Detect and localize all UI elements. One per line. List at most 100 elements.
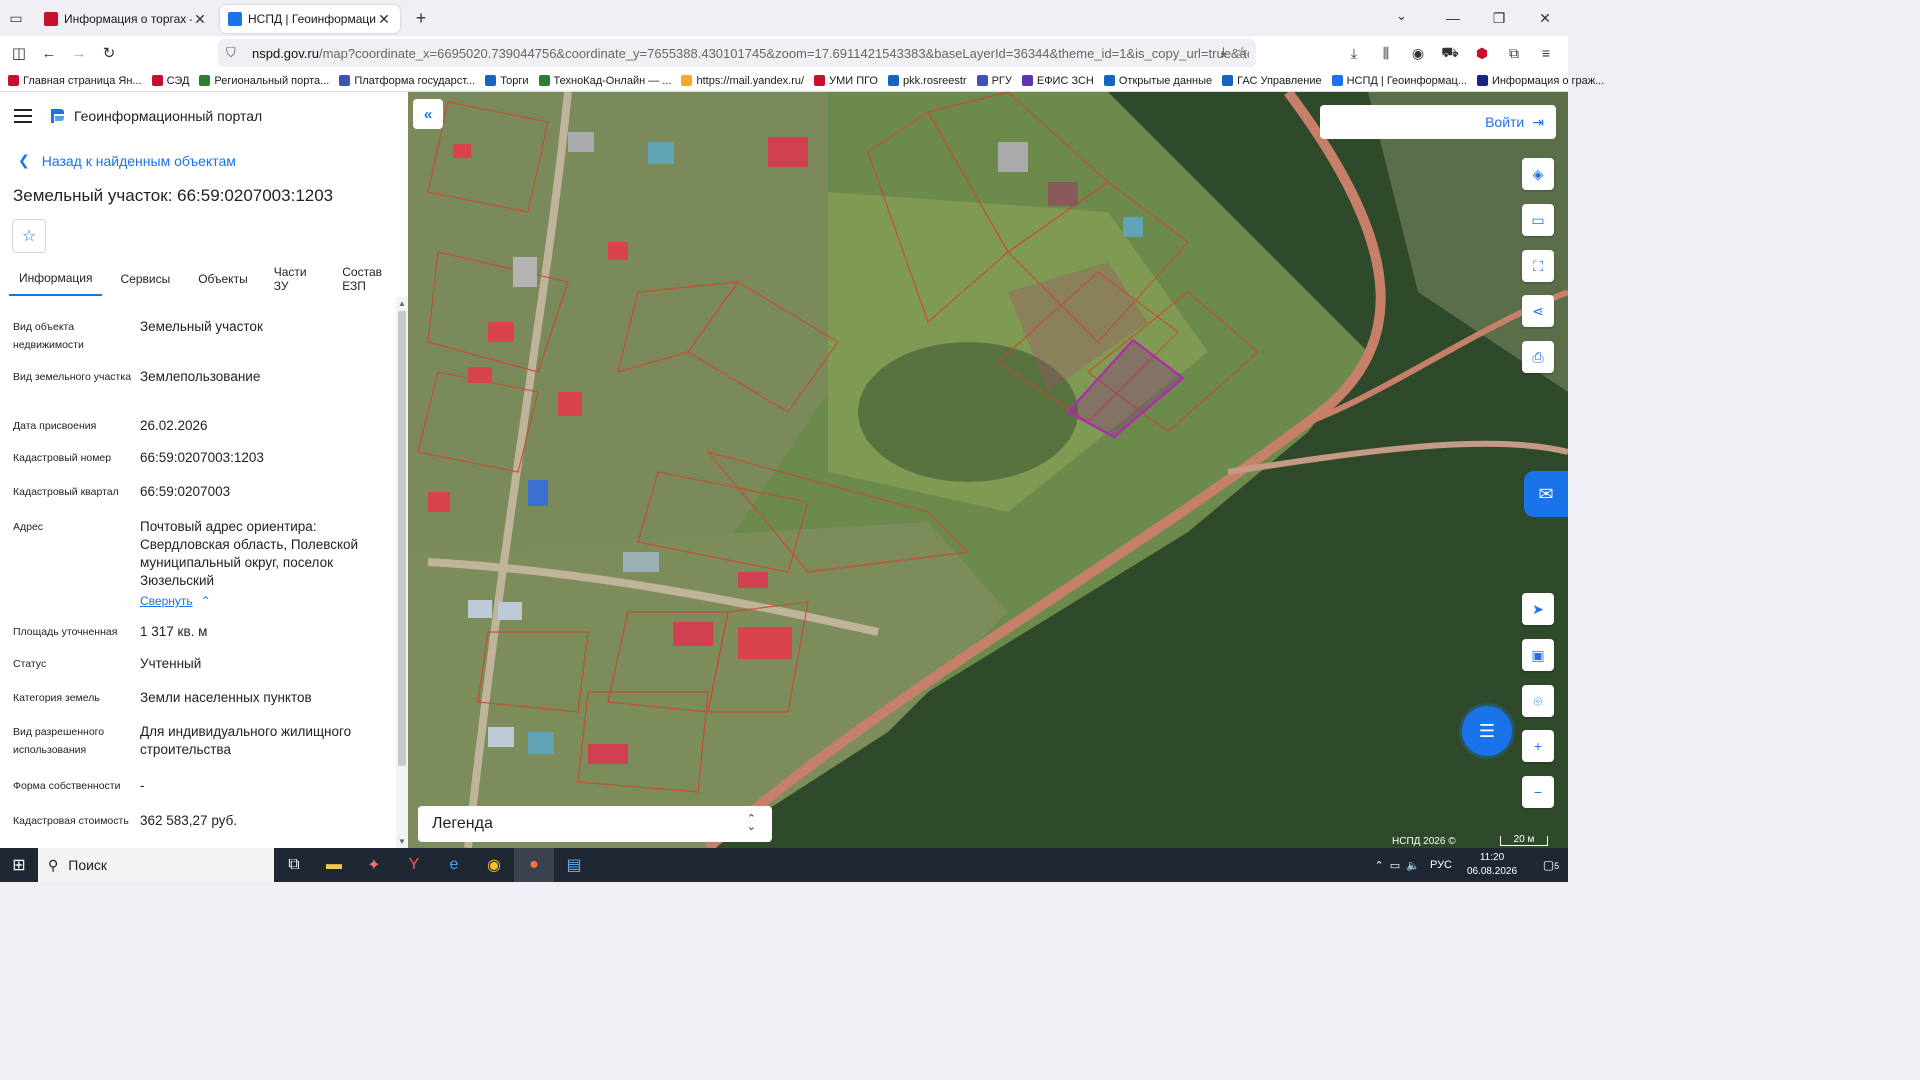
chevron-up-icon: ⌃ [200,594,211,608]
taskbar-search[interactable]: ⚲ Поиск [38,848,274,882]
ruler-icon: ▭ [1531,211,1545,228]
scroll-down-icon[interactable]: ▼ [398,837,406,846]
zoom-in-button[interactable]: + [1522,730,1554,762]
geolocation-button[interactable]: ➤ [1522,593,1554,625]
windows-start-icon[interactable]: ⊞ [0,848,38,882]
bookmark-item[interactable]: УМИ ПГО [814,75,878,87]
task-view-icon[interactable]: ⧉ [274,848,314,882]
restore-icon[interactable]: ❐ [1476,0,1522,36]
minimap-button[interactable]: ▣ [1522,639,1554,671]
layers-button[interactable]: ◈ [1522,158,1554,190]
collapse-address-link[interactable]: Свернуть ⌃ [140,594,211,608]
extensions-icon[interactable]: ⧉ [1498,38,1530,68]
tab-list-icon[interactable]: ▭ [0,0,32,36]
address-bar[interactable]: ⛉ nspd.gov.ru/map?coordinate_x=6695020.7… [218,39,1256,67]
print-button[interactable]: ⎙ [1522,341,1554,373]
minimize-icon[interactable]: — [1430,0,1476,36]
menu-icon[interactable]: ≡ [1530,38,1562,68]
clock-time: 11:20 [1479,852,1505,863]
bookmark-item[interactable]: ЕФИС ЗСН [1021,75,1094,87]
chrome-icon[interactable]: ◉ [474,848,514,882]
tab-close-icon[interactable]: ✕ [192,11,208,28]
tab-close-icon[interactable]: ✕ [376,11,392,28]
browser-tab-nspd[interactable]: НСПД | Геоинформационный ✕ [220,5,400,33]
bookmark-item[interactable]: НСПД | Геоинформац... [1331,75,1467,87]
downloads-icon[interactable]: ⤓ [1338,38,1370,68]
tab-information[interactable]: Информация [9,262,103,296]
collapse-panel-button[interactable]: « [413,99,443,129]
bookmark-favicon-icon [976,75,988,86]
zoom-out-button[interactable]: − [1522,776,1554,808]
back-to-results-link[interactable]: ❮ Назад к найденным объектам [18,152,236,169]
tab-ezp[interactable]: Состав ЕЗП [332,262,408,296]
extension-shield-icon[interactable]: ⬢ [1466,38,1498,68]
document-app-icon[interactable]: ▤ [554,848,594,882]
attribute-key: Кадастровый квартал [13,486,119,498]
library-icon[interactable]: ⫼ [1370,38,1402,68]
bookmark-item[interactable]: Информация о граж... [1476,75,1604,87]
edge-icon[interactable]: e [434,848,474,882]
bookmark-item[interactable]: СЭД [151,74,190,87]
site-info-icon[interactable]: ⛉ [226,45,242,61]
notifications-button[interactable]: ▢5 [1534,858,1568,872]
panel-scrollbar[interactable]: ▲ ▼ [396,297,408,848]
select-area-button[interactable]: ⛶ [1522,250,1554,282]
browser-tab-torgi[interactable]: Информация о торгах — Главн ✕ [36,5,216,33]
bookmark-item[interactable]: pkk.rosreestr [888,75,967,87]
bookmark-star-icon[interactable]: ☆ [1236,44,1248,60]
file-explorer-icon[interactable]: ▬ [314,848,354,882]
hamburger-menu-icon[interactable] [14,109,32,123]
account-icon[interactable]: ◉ [1402,38,1434,68]
sidebar-toggle-icon[interactable]: ◫ [4,38,34,68]
bookmark-favicon-icon [1222,75,1234,86]
share-button[interactable]: ⋖ [1522,295,1554,327]
app-bird-icon[interactable]: ✦ [354,848,394,882]
scroll-up-icon[interactable]: ▲ [398,299,406,308]
new-tab-button[interactable]: + [406,3,436,33]
legend-panel[interactable]: Легенда ⌃ ⌄ [418,806,772,842]
firefox-icon[interactable]: ● [514,848,554,882]
attribute-key: Вид объекта недвижимости [13,321,84,351]
login-button[interactable]: Войти ⇥ [1320,105,1556,139]
tab-list-chevron-icon[interactable]: ⌄ [1396,8,1407,24]
attribute-value: 66:59:0207003:1203 [140,450,264,465]
scrollbar-thumb[interactable] [398,311,406,766]
bookmark-item[interactable]: Открытые данные [1103,75,1212,87]
map-copyright: НСПД 2026 © [1392,836,1456,847]
attribute-value: 362 583,27 руб. [140,813,238,828]
bookmark-item[interactable]: ГАС Управление [1222,75,1322,87]
chat-button[interactable]: ☰ [1462,706,1512,756]
tab-title: НСПД | Геоинформационный [248,12,376,26]
save-page-icon[interactable]: ⤓ [1221,44,1227,60]
language-indicator[interactable]: РУС [1430,859,1452,871]
tab-parts[interactable]: Части ЗУ [264,262,327,296]
cart-icon[interactable]: ⛟ [1434,38,1466,68]
expand-legend-icon[interactable]: ⌃ ⌄ [747,814,756,833]
bookmark-item[interactable]: ТехноКад-Онлайн — ... [538,75,671,87]
yandex-browser-icon[interactable]: Y [394,848,434,882]
bookmark-label: СЭД [166,74,190,87]
map-view[interactable]: « Войти ⇥ ◈ ▭ ⛶ ⋖ ⎙ ✉ ➤ ▣ ⌾ + − ☰ Легенд… [408,92,1568,848]
bookmark-favicon-icon [1476,75,1488,86]
reload-icon[interactable]: ↻ [94,38,124,68]
close-window-icon[interactable]: ✕ [1522,0,1568,36]
forward-icon[interactable]: → [64,38,94,68]
measure-button[interactable]: ▭ [1522,204,1554,236]
bookmark-item[interactable]: Торги [485,75,529,87]
bookmark-item[interactable]: Платформа государст... [339,75,475,87]
map-scale: 20 м [1500,835,1548,846]
bookmark-favicon-icon [814,75,826,86]
bookmark-item[interactable]: РГУ [976,75,1012,87]
tray-icons[interactable]: ⌃ ▭ 🔈 [1374,859,1420,872]
tab-objects[interactable]: Объекты [188,262,258,296]
clock[interactable]: 11:20 06.08.2026 [1462,851,1522,879]
search-point-button[interactable]: ⌾ [1522,685,1554,717]
bookmark-item[interactable]: Главная страница Ян... [8,75,142,87]
assistant-button[interactable]: ✉ [1524,471,1568,517]
tab-services[interactable]: Сервисы [110,262,180,296]
back-icon[interactable]: ← [34,38,64,68]
favorite-star-button[interactable]: ☆ [12,219,46,253]
clock-date: 06.08.2026 [1466,866,1518,877]
bookmark-item[interactable]: Региональный порта... [199,75,329,87]
bookmark-item[interactable]: https://mail.yandex.ru/ [681,75,804,87]
